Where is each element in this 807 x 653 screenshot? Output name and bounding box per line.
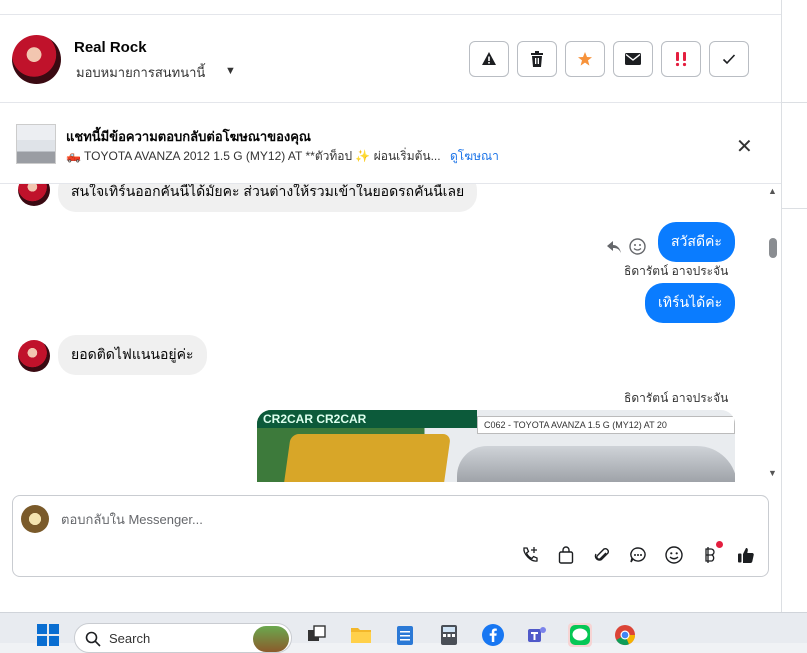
search-highlight-image <box>253 626 289 652</box>
reply-input[interactable] <box>61 509 661 529</box>
shop-button[interactable] <box>555 544 577 566</box>
contact-avatar-small <box>18 184 50 206</box>
search-label: Search <box>109 631 151 646</box>
baht-icon <box>705 547 715 563</box>
priority-button[interactable] <box>661 41 701 77</box>
delete-button[interactable] <box>517 41 557 77</box>
like-button[interactable] <box>735 544 757 566</box>
emoji-icon <box>665 546 683 564</box>
scroll-down-icon[interactable]: ▼ <box>768 468 777 478</box>
task-view-icon <box>308 625 326 641</box>
view-ad-link[interactable]: ดูโฆษณา <box>450 149 499 163</box>
phone-plus-icon <box>523 547 538 562</box>
conversation-header: Real Rock มอบหมายการสนทนานี้ ▼ <box>0 15 781 103</box>
outgoing-message: สวัสดีค่ะ <box>658 222 735 262</box>
call-button[interactable] <box>519 544 541 566</box>
ad-banner-title: แชทนี้มีข้อความตอบกลับต่อโฆษณาของคุณ <box>66 129 311 144</box>
notepad-button[interactable] <box>393 623 417 647</box>
paperclip-icon <box>594 548 609 561</box>
reply-icon[interactable] <box>606 240 622 254</box>
assign-conversation-dropdown[interactable]: มอบหมายการสนทนานี้ <box>76 62 205 83</box>
warning-icon <box>482 52 496 65</box>
shared-ad-image[interactable]: CR2CAR CR2CAR C062 - TOYOTA AVANZA 1.5 G… <box>257 410 735 482</box>
task-view-button[interactable] <box>305 623 329 647</box>
side-panel-edge <box>781 0 807 612</box>
ad-reply-banner: แชทนี้มีข้อความตอบกลับต่อโฆษณาของคุณ 🛻 T… <box>0 104 781 184</box>
line-button[interactable] <box>568 623 592 647</box>
message-thread[interactable]: สนใจเทิร์นออกคันนี้ได้มั้ยคะ ส่วนต่างให้… <box>0 184 781 482</box>
incoming-message: สนใจเทิร์นออกคันนี้ได้มั้ยคะ ส่วนต่างให้… <box>58 184 478 212</box>
star-button[interactable] <box>565 41 605 77</box>
contact-name[interactable]: Real Rock <box>74 39 147 56</box>
chrome-button[interactable] <box>613 623 637 647</box>
report-button[interactable] <box>469 41 509 77</box>
ad-thumbnail <box>16 124 56 164</box>
mark-done-button[interactable] <box>709 41 749 77</box>
start-button[interactable] <box>36 623 60 647</box>
ad-subtitle-text: 🛻 TOYOTA AVANZA 2012 1.5 G (MY12) AT **ต… <box>66 149 441 163</box>
page-avatar <box>21 505 49 533</box>
mark-unread-button[interactable] <box>613 41 653 77</box>
ad-image-promo <box>283 434 451 482</box>
divider <box>782 102 807 103</box>
scroll-up-icon[interactable]: ▲ <box>768 186 777 196</box>
chat-bubble-icon <box>630 547 646 563</box>
react-emoji-icon[interactable] <box>629 238 646 255</box>
teams-button[interactable] <box>525 623 549 647</box>
windows-taskbar: Search <box>0 612 807 653</box>
close-icon[interactable]: ✕ <box>736 134 753 159</box>
taskbar-search[interactable]: Search <box>74 623 292 653</box>
outgoing-message: เทิร์นได้ค่ะ <box>645 283 736 323</box>
facebook-button[interactable] <box>481 623 505 647</box>
calculator-button[interactable] <box>437 623 461 647</box>
contact-avatar-small <box>18 340 50 372</box>
emoji-button[interactable] <box>663 544 685 566</box>
shopping-bag-icon <box>558 546 574 564</box>
conversation-panel: Real Rock มอบหมายการสนทนานี้ ▼ แชทนี้มีข… <box>0 0 781 612</box>
ad-banner-subtitle: 🛻 TOYOTA AVANZA 2012 1.5 G (MY12) AT **ต… <box>66 147 499 166</box>
incoming-message: ยอดติดไฟแนนอยู่ค่ะ <box>58 335 207 375</box>
divider <box>782 208 807 209</box>
message-composer <box>12 495 769 577</box>
caret-down-icon[interactable]: ▼ <box>225 65 236 77</box>
notification-badge <box>716 541 723 548</box>
check-icon <box>722 54 736 65</box>
file-explorer-button[interactable] <box>349 623 373 647</box>
trash-icon <box>531 51 543 67</box>
star-icon <box>578 52 592 66</box>
priority-icon <box>675 52 687 67</box>
chat-scrollbar[interactable]: ▲ ▼ <box>766 184 780 482</box>
contact-avatar[interactable] <box>12 35 61 84</box>
ad-image-code: C062 - TOYOTA AVANZA 1.5 G (MY12) AT 20 <box>477 416 735 434</box>
ad-image-banner: CR2CAR CR2CAR <box>257 410 477 428</box>
scrollbar-thumb[interactable] <box>769 238 777 258</box>
sender-name: ธิดารัตน์ อาจประจัน <box>624 264 729 278</box>
thumbs-up-icon <box>738 548 754 563</box>
ad-image-car <box>457 446 735 482</box>
folder-icon <box>351 628 371 643</box>
search-icon <box>85 631 101 647</box>
saved-replies-button[interactable] <box>627 544 649 566</box>
sender-name: ธิดารัตน์ อาจประจัน <box>624 391 729 405</box>
mail-icon <box>625 53 641 65</box>
attach-button[interactable] <box>591 544 613 566</box>
